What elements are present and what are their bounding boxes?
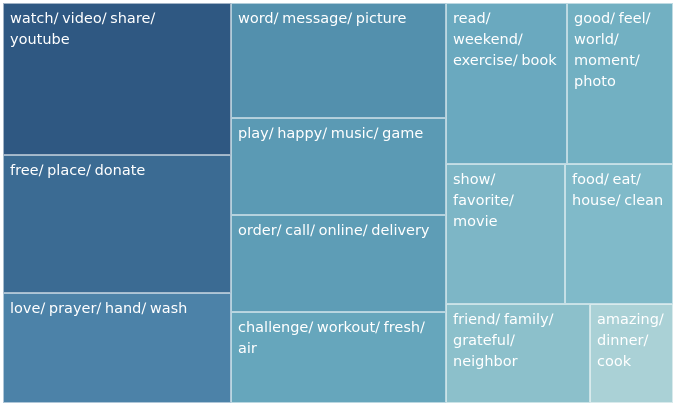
treemap-tile-label: movie bbox=[453, 214, 498, 230]
treemap-tile: amazing/dinner/cook bbox=[590, 304, 673, 403]
treemap-tile-label: exercise/ book bbox=[453, 53, 557, 69]
treemap-tile: watch/ video/ share/youtube bbox=[3, 3, 231, 155]
treemap-tile: food/ eat/house/ clean bbox=[565, 164, 673, 304]
treemap-tile-label: good/ feel/ bbox=[574, 11, 651, 27]
treemap-tile: challenge/ workout/ fresh/air bbox=[231, 312, 446, 403]
treemap-tile: play/ happy/ music/ game bbox=[231, 118, 446, 215]
treemap-tile-label: grateful/ bbox=[453, 333, 515, 349]
treemap-tile-label: moment/ bbox=[574, 53, 640, 69]
treemap-tile-label: free/ place/ donate bbox=[10, 163, 146, 179]
treemap-tile-label: friend/ family/ bbox=[453, 312, 554, 328]
treemap-tile-label: cook bbox=[597, 354, 632, 370]
treemap-tile-label: read/ bbox=[453, 11, 491, 27]
treemap-tile-label: dinner/ bbox=[597, 333, 649, 349]
treemap-chart: watch/ video/ share/youtube free/ place/ … bbox=[0, 0, 676, 406]
treemap-tile-label: watch/ video/ share/ bbox=[10, 11, 156, 27]
treemap-tile-label: show/ bbox=[453, 172, 496, 188]
treemap-tile-label: air bbox=[238, 341, 257, 357]
treemap-tile: love/ prayer/ hand/ wash bbox=[3, 293, 231, 403]
treemap-tile: order/ call/ online/ delivery bbox=[231, 215, 446, 312]
treemap-tile-label: favorite/ bbox=[453, 193, 514, 209]
treemap-tile-label: amazing/ bbox=[597, 312, 664, 328]
treemap-tile-label: neighbor bbox=[453, 354, 518, 370]
treemap-tile-label: play/ happy/ music/ game bbox=[238, 126, 424, 142]
treemap-tile-label: photo bbox=[574, 74, 616, 90]
treemap-tile-label: youtube bbox=[10, 32, 70, 48]
treemap-tile-label: weekend/ bbox=[453, 32, 523, 48]
treemap-tile: show/favorite/movie bbox=[446, 164, 565, 304]
treemap-tile: good/ feel/world/moment/photo bbox=[567, 3, 673, 164]
treemap-tile-label: order/ call/ online/ delivery bbox=[238, 223, 430, 239]
treemap-tile-label: house/ clean bbox=[572, 193, 664, 209]
treemap-tile: friend/ family/grateful/neighbor bbox=[446, 304, 590, 403]
treemap-tile: free/ place/ donate bbox=[3, 155, 231, 293]
treemap-tile-label: challenge/ workout/ fresh/ bbox=[238, 320, 425, 336]
treemap-tile: read/weekend/exercise/ book bbox=[446, 3, 567, 164]
treemap-tile-label: word/ message/ picture bbox=[238, 11, 407, 27]
treemap-tile: word/ message/ picture bbox=[231, 3, 446, 118]
treemap-tile-label: world/ bbox=[574, 32, 619, 48]
treemap-tile-label: food/ eat/ bbox=[572, 172, 641, 188]
treemap-tile-label: love/ prayer/ hand/ wash bbox=[10, 301, 188, 317]
